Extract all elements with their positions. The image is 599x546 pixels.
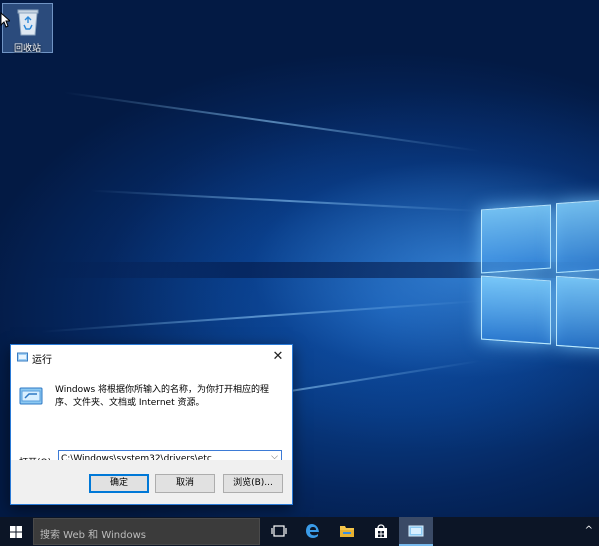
run-icon (408, 525, 424, 537)
light-beam (90, 189, 481, 212)
mouse-cursor-icon (0, 12, 10, 28)
search-placeholder: 搜索 Web 和 Windows (40, 530, 146, 541)
windows-logo-icon (10, 526, 22, 538)
taskbar: 搜索 Web 和 Windows ^ (0, 517, 599, 546)
cancel-button[interactable]: 取消 (155, 474, 215, 493)
desktop: 回收站 运行 ✕ Windows 将根据你所输入的名称，为你打开相应的程序、文件… (0, 0, 599, 517)
close-button[interactable]: ✕ (269, 348, 287, 366)
run-dialog-footer: 确定 取消 浏览(B)... (11, 460, 292, 504)
start-button[interactable] (0, 517, 32, 546)
logo-pane-bottom-right (556, 275, 599, 351)
logo-pane-bottom-left (481, 275, 551, 345)
taskbar-edge-button[interactable] (296, 517, 330, 546)
task-view-icon (271, 525, 287, 537)
close-icon: ✕ (272, 349, 284, 364)
browse-button[interactable]: 浏览(B)... (223, 474, 283, 493)
light-beam (41, 300, 481, 333)
taskbar-task-view-button[interactable] (262, 517, 296, 546)
tray-overflow-chevron[interactable]: ^ (585, 525, 593, 536)
folder-icon (340, 526, 354, 537)
ok-button[interactable]: 确定 (89, 474, 149, 493)
recycle-bin-icon (17, 9, 39, 36)
store-icon (375, 524, 387, 538)
run-program-icon (19, 387, 43, 405)
edge-icon (306, 524, 319, 538)
run-dialog-titlebar[interactable]: 运行 ✕ (11, 345, 292, 370)
run-dialog-body: Windows 将根据你所输入的名称，为你打开相应的程序、文件夹、文档或 Int… (11, 370, 292, 468)
desktop-icon-label: 回收站 (13, 44, 41, 54)
run-dialog: 运行 ✕ Windows 将根据你所输入的名称，为你打开相应的程序、文件夹、文档… (10, 344, 293, 505)
run-icon (17, 352, 28, 362)
desktop-icon-recycle-bin[interactable]: 回收站 (2, 3, 53, 54)
run-dialog-title: 运行 (32, 355, 52, 366)
run-dialog-description: Windows 将根据你所输入的名称，为你打开相应的程序、文件夹、文档或 Int… (55, 385, 270, 408)
taskbar-search-box[interactable]: 搜索 Web 和 Windows (33, 518, 260, 545)
taskbar-file-explorer-button[interactable] (330, 517, 364, 546)
logo-pane-top-left (481, 204, 551, 274)
light-beam (63, 91, 481, 152)
taskbar-run-button[interactable] (399, 517, 433, 546)
logo-pane-top-right (556, 198, 599, 274)
taskbar-store-button[interactable] (364, 517, 398, 546)
